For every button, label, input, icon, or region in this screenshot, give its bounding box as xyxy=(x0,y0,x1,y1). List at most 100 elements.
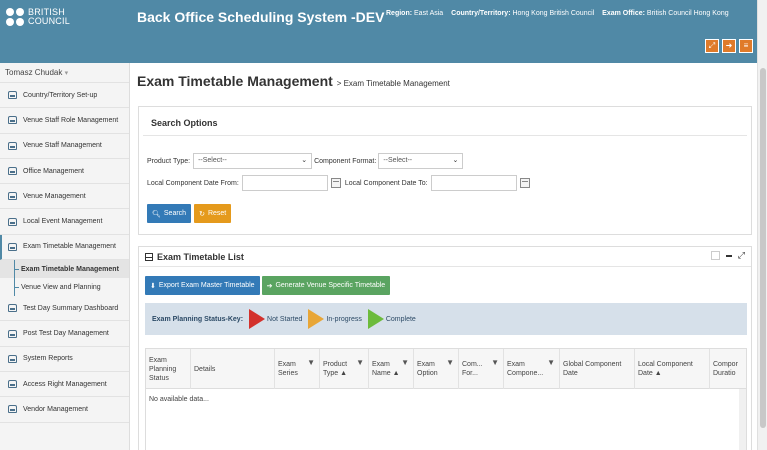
table-icon xyxy=(145,252,153,261)
folder-icon xyxy=(8,242,17,251)
sidebar-item-vendor[interactable]: Vendor Management xyxy=(0,397,129,423)
component-format-select[interactable]: --Select-- ⌄ xyxy=(378,153,464,169)
sidebar-item-venue[interactable]: Venue Management xyxy=(0,184,129,210)
export-master-timetable-button[interactable]: ⬇ Export Exam Master Timetable xyxy=(145,276,260,295)
filter-icon[interactable]: ▼ xyxy=(446,358,454,367)
sidebar-item-access-right[interactable]: Access Right Management xyxy=(0,372,129,398)
grid-header: Exam Planning Status Details Exam Series… xyxy=(146,349,746,389)
app-title: Back Office Scheduling System -DEV xyxy=(137,9,385,25)
date-to-input[interactable] xyxy=(430,175,517,191)
calendar-icon[interactable] xyxy=(519,178,530,188)
folder-icon xyxy=(8,116,17,125)
sidebar-subitem-exam-timetable[interactable]: Exam Timetable Management xyxy=(0,260,129,279)
sidebar-item-system-reports[interactable]: System Reports xyxy=(0,347,129,372)
complete-icon xyxy=(367,309,384,329)
column-header-details[interactable]: Details xyxy=(191,349,275,389)
logo-line-2: COUNCIL xyxy=(28,16,70,26)
filter-icon[interactable]: ▼ xyxy=(307,358,315,367)
folder-icon xyxy=(8,405,17,414)
date-from-label: Local Component Date From: xyxy=(147,179,239,187)
chevron-down-icon: ⌄ xyxy=(452,157,459,164)
logout-icon: ➜ xyxy=(725,41,733,50)
exam-timetable-list-panel: Exam Timetable List ⤢ ⬇ Export Exam Maste… xyxy=(138,246,752,450)
grid-scrollbar[interactable] xyxy=(739,389,746,450)
filter-icon[interactable]: ▼ xyxy=(547,358,555,367)
column-header-exam-series[interactable]: Exam Series ▼ xyxy=(275,349,320,389)
filter-icon[interactable]: ▼ xyxy=(401,358,409,367)
column-header-exam-option[interactable]: Exam Option ▼ xyxy=(414,349,459,389)
filter-icon[interactable]: ▼ xyxy=(491,358,499,367)
app-header: BRITISH COUNCIL Back Office Scheduling S… xyxy=(0,0,767,63)
product-type-label: Product Type: xyxy=(147,157,191,165)
column-header-status[interactable]: Exam Planning Status xyxy=(146,349,191,389)
column-header-exam-component[interactable]: Exam Compone... ▼ xyxy=(504,349,560,389)
scrollbar-thumb[interactable] xyxy=(760,68,766,428)
region-value: East Asia xyxy=(414,10,444,17)
fullscreen-icon: ⤢ xyxy=(708,41,716,50)
column-header-global-date[interactable]: Global Component Date xyxy=(560,349,635,389)
fullscreen-button[interactable]: ⤢ xyxy=(705,39,719,53)
generate-venue-timetable-button[interactable]: ➔ Generate Venue Specific Timetable xyxy=(261,276,391,295)
not-started-icon xyxy=(249,309,266,329)
sidebar-item-local-event[interactable]: Local Event Management xyxy=(0,209,129,235)
date-from-input[interactable] xyxy=(241,175,328,191)
product-type-select[interactable]: --Select-- ⌄ xyxy=(193,153,313,169)
region-label: Region: xyxy=(386,10,413,17)
folder-icon xyxy=(8,354,17,363)
logout-button[interactable]: ➜ xyxy=(722,39,736,53)
menu-button[interactable]: ≡ xyxy=(739,39,753,53)
search-icon: 🔍︎ xyxy=(152,210,161,218)
british-council-logo[interactable]: BRITISH COUNCIL xyxy=(6,8,70,26)
search-options-panel: Search Options Product Type: --Select-- … xyxy=(138,106,752,235)
arrow-right-icon: ➔ xyxy=(266,282,273,290)
breadcrumb: > Exam Timetable Management xyxy=(336,79,450,88)
office-label: Exam Office: xyxy=(602,10,645,17)
page-scrollbar[interactable] xyxy=(757,0,767,450)
user-menu[interactable]: Tomasz Chudak ▾ xyxy=(0,63,129,83)
search-options-heading: Search Options xyxy=(143,110,747,136)
country-value: Hong Kong British Council xyxy=(512,10,595,17)
menu-icon: ≡ xyxy=(743,41,749,50)
status-complete: Complete xyxy=(385,315,416,323)
folder-icon xyxy=(8,304,17,313)
status-in-progress: In-progress xyxy=(326,315,362,323)
folder-icon xyxy=(8,91,17,100)
folder-icon xyxy=(8,192,17,201)
collapse-icon[interactable] xyxy=(725,254,732,257)
chevron-down-icon: ▾ xyxy=(64,70,69,77)
filter-icon[interactable]: ▼ xyxy=(356,358,364,367)
component-format-label: Component Format: xyxy=(314,157,377,165)
sidebar-item-venue-staff[interactable]: Venue Staff Management xyxy=(0,134,129,159)
column-header-duration[interactable]: Compor Duratio xyxy=(710,349,746,389)
status-not-started: Not Started xyxy=(267,315,303,323)
expand-icon[interactable]: ⤢ xyxy=(738,251,745,260)
empty-message: No available data... xyxy=(149,396,209,403)
main-content: Exam Timetable Management > Exam Timetab… xyxy=(130,63,757,450)
country-label: Country/Territory: xyxy=(451,10,511,17)
sidebar-item-test-day-dashboard[interactable]: Test Day Summary Dashboard xyxy=(0,296,129,322)
status-key-label: Exam Planning Status-Key: xyxy=(152,315,244,323)
column-header-product-type[interactable]: Product Type ▲ ▼ xyxy=(320,349,369,389)
user-name: Tomasz Chudak xyxy=(5,68,63,77)
column-header-component-format[interactable]: Com... For... ▼ xyxy=(459,349,504,389)
status-key: Exam Planning Status-Key: Not Started In… xyxy=(145,303,747,335)
calendar-icon[interactable] xyxy=(330,178,341,188)
sidebar-item-venue-staff-role[interactable]: Venue Staff Role Management xyxy=(0,108,129,134)
exam-timetable-grid: Exam Planning Status Details Exam Series… xyxy=(145,348,747,450)
column-header-exam-name[interactable]: Exam Name ▲ ▼ xyxy=(369,349,414,389)
column-header-local-date[interactable]: Local Component Date ▲ xyxy=(635,349,710,389)
download-icon: ⬇ xyxy=(150,282,156,290)
sidebar-item-country-setup[interactable]: Country/Territory Set-up xyxy=(0,83,129,109)
reset-button[interactable]: ↻ Reset xyxy=(194,204,232,223)
sidebar-item-post-test-day[interactable]: Post Test Day Management xyxy=(0,321,129,347)
logo-dots-icon xyxy=(6,8,24,26)
sidebar-subitem-venue-view[interactable]: Venue View and Planning xyxy=(0,278,129,297)
sidebar-item-exam-timetable[interactable]: Exam Timetable Management xyxy=(0,234,129,261)
reset-icon: ↻ xyxy=(199,210,205,218)
sidebar-item-office[interactable]: Office Management xyxy=(0,159,129,185)
sidebar: Tomasz Chudak ▾ Country/Territory Set-up… xyxy=(0,63,130,450)
search-button[interactable]: 🔍︎ Search xyxy=(147,204,192,223)
panel-settings-button[interactable] xyxy=(710,251,720,260)
date-to-label: Local Component Date To: xyxy=(344,179,428,187)
folder-icon xyxy=(8,167,17,176)
